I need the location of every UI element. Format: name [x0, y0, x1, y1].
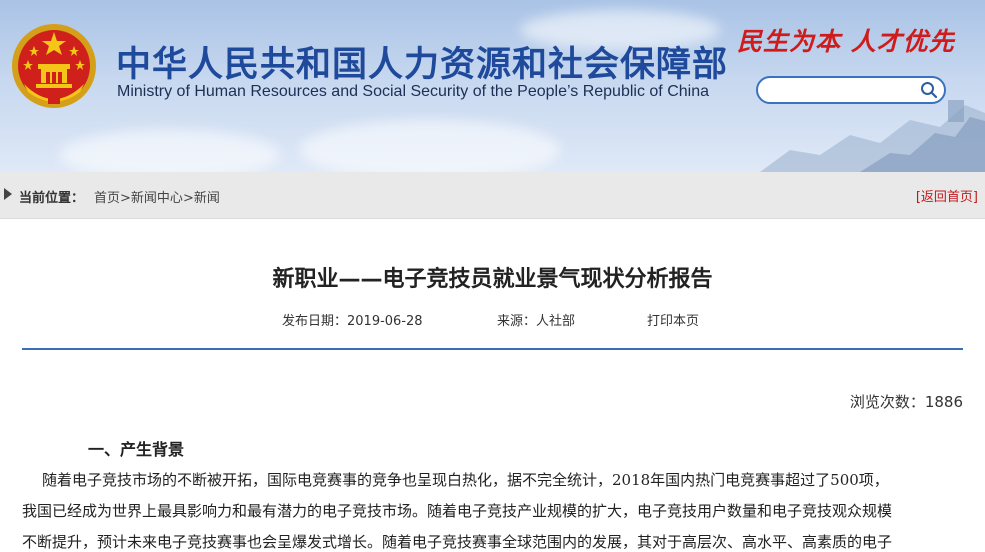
- search-input[interactable]: [768, 81, 922, 101]
- search-icon[interactable]: [920, 81, 938, 99]
- publish-date: 发布日期：2019-06-28: [282, 314, 423, 329]
- national-emblem-icon[interactable]: [10, 22, 98, 110]
- article-source: 来源：人社部: [497, 314, 576, 329]
- site-header: 中华人民共和国人力资源和社会保障部 Ministry of Human Reso…: [0, 0, 985, 172]
- breadcrumb-label: 当前位置：: [19, 191, 85, 206]
- paragraph-line: 随着电子竞技市场的不断被开拓，国际电竞赛事的竞争也呈现白热化，据不完全统计，20…: [42, 471, 889, 489]
- great-wall-illustration: [760, 100, 985, 172]
- header-cloud: [300, 120, 560, 172]
- search-box[interactable]: [756, 76, 946, 104]
- site-title-english: Ministry of Human Resources and Social S…: [117, 83, 709, 100]
- header-cloud: [60, 130, 280, 172]
- breadcrumb-separator: >: [182, 191, 194, 206]
- breadcrumb-home-link[interactable]: 首页: [94, 191, 120, 206]
- article-title: 新职业——电子竞技员就业景气现状分析报告: [272, 267, 713, 292]
- breadcrumb-separator: >: [120, 191, 131, 206]
- caret-right-icon: [4, 188, 12, 200]
- view-count: 浏览次数：1886: [849, 393, 963, 411]
- site-title-chinese: 中华人民共和国人力资源和社会保障部: [116, 45, 729, 85]
- back-home-link[interactable]: [返回首页]: [916, 186, 978, 205]
- breadcrumb-bar: 当前位置： 首页>新闻中心>新闻 [返回首页]: [0, 172, 985, 219]
- breadcrumb-news-center-link[interactable]: 新闻中心: [131, 191, 183, 206]
- paragraph-line: 不断提升，预计未来电子竞技赛事也会呈爆发式增长。随着电子竞技赛事全球范围内的发展…: [22, 533, 893, 551]
- print-page-link[interactable]: 打印本页: [647, 310, 699, 329]
- breadcrumb: 首页>新闻中心>新闻: [94, 187, 220, 206]
- paragraph-line: 我国已经成为世界上最具影响力和最有潜力的电子竞技市场。随着电子竞技产业规模的扩大…: [22, 502, 893, 520]
- slogan: 民生为本 人才优先: [737, 27, 955, 56]
- title-divider: [22, 348, 963, 350]
- breadcrumb-news-link[interactable]: 新闻: [194, 191, 220, 206]
- section-heading: 一、产生背景: [88, 440, 185, 459]
